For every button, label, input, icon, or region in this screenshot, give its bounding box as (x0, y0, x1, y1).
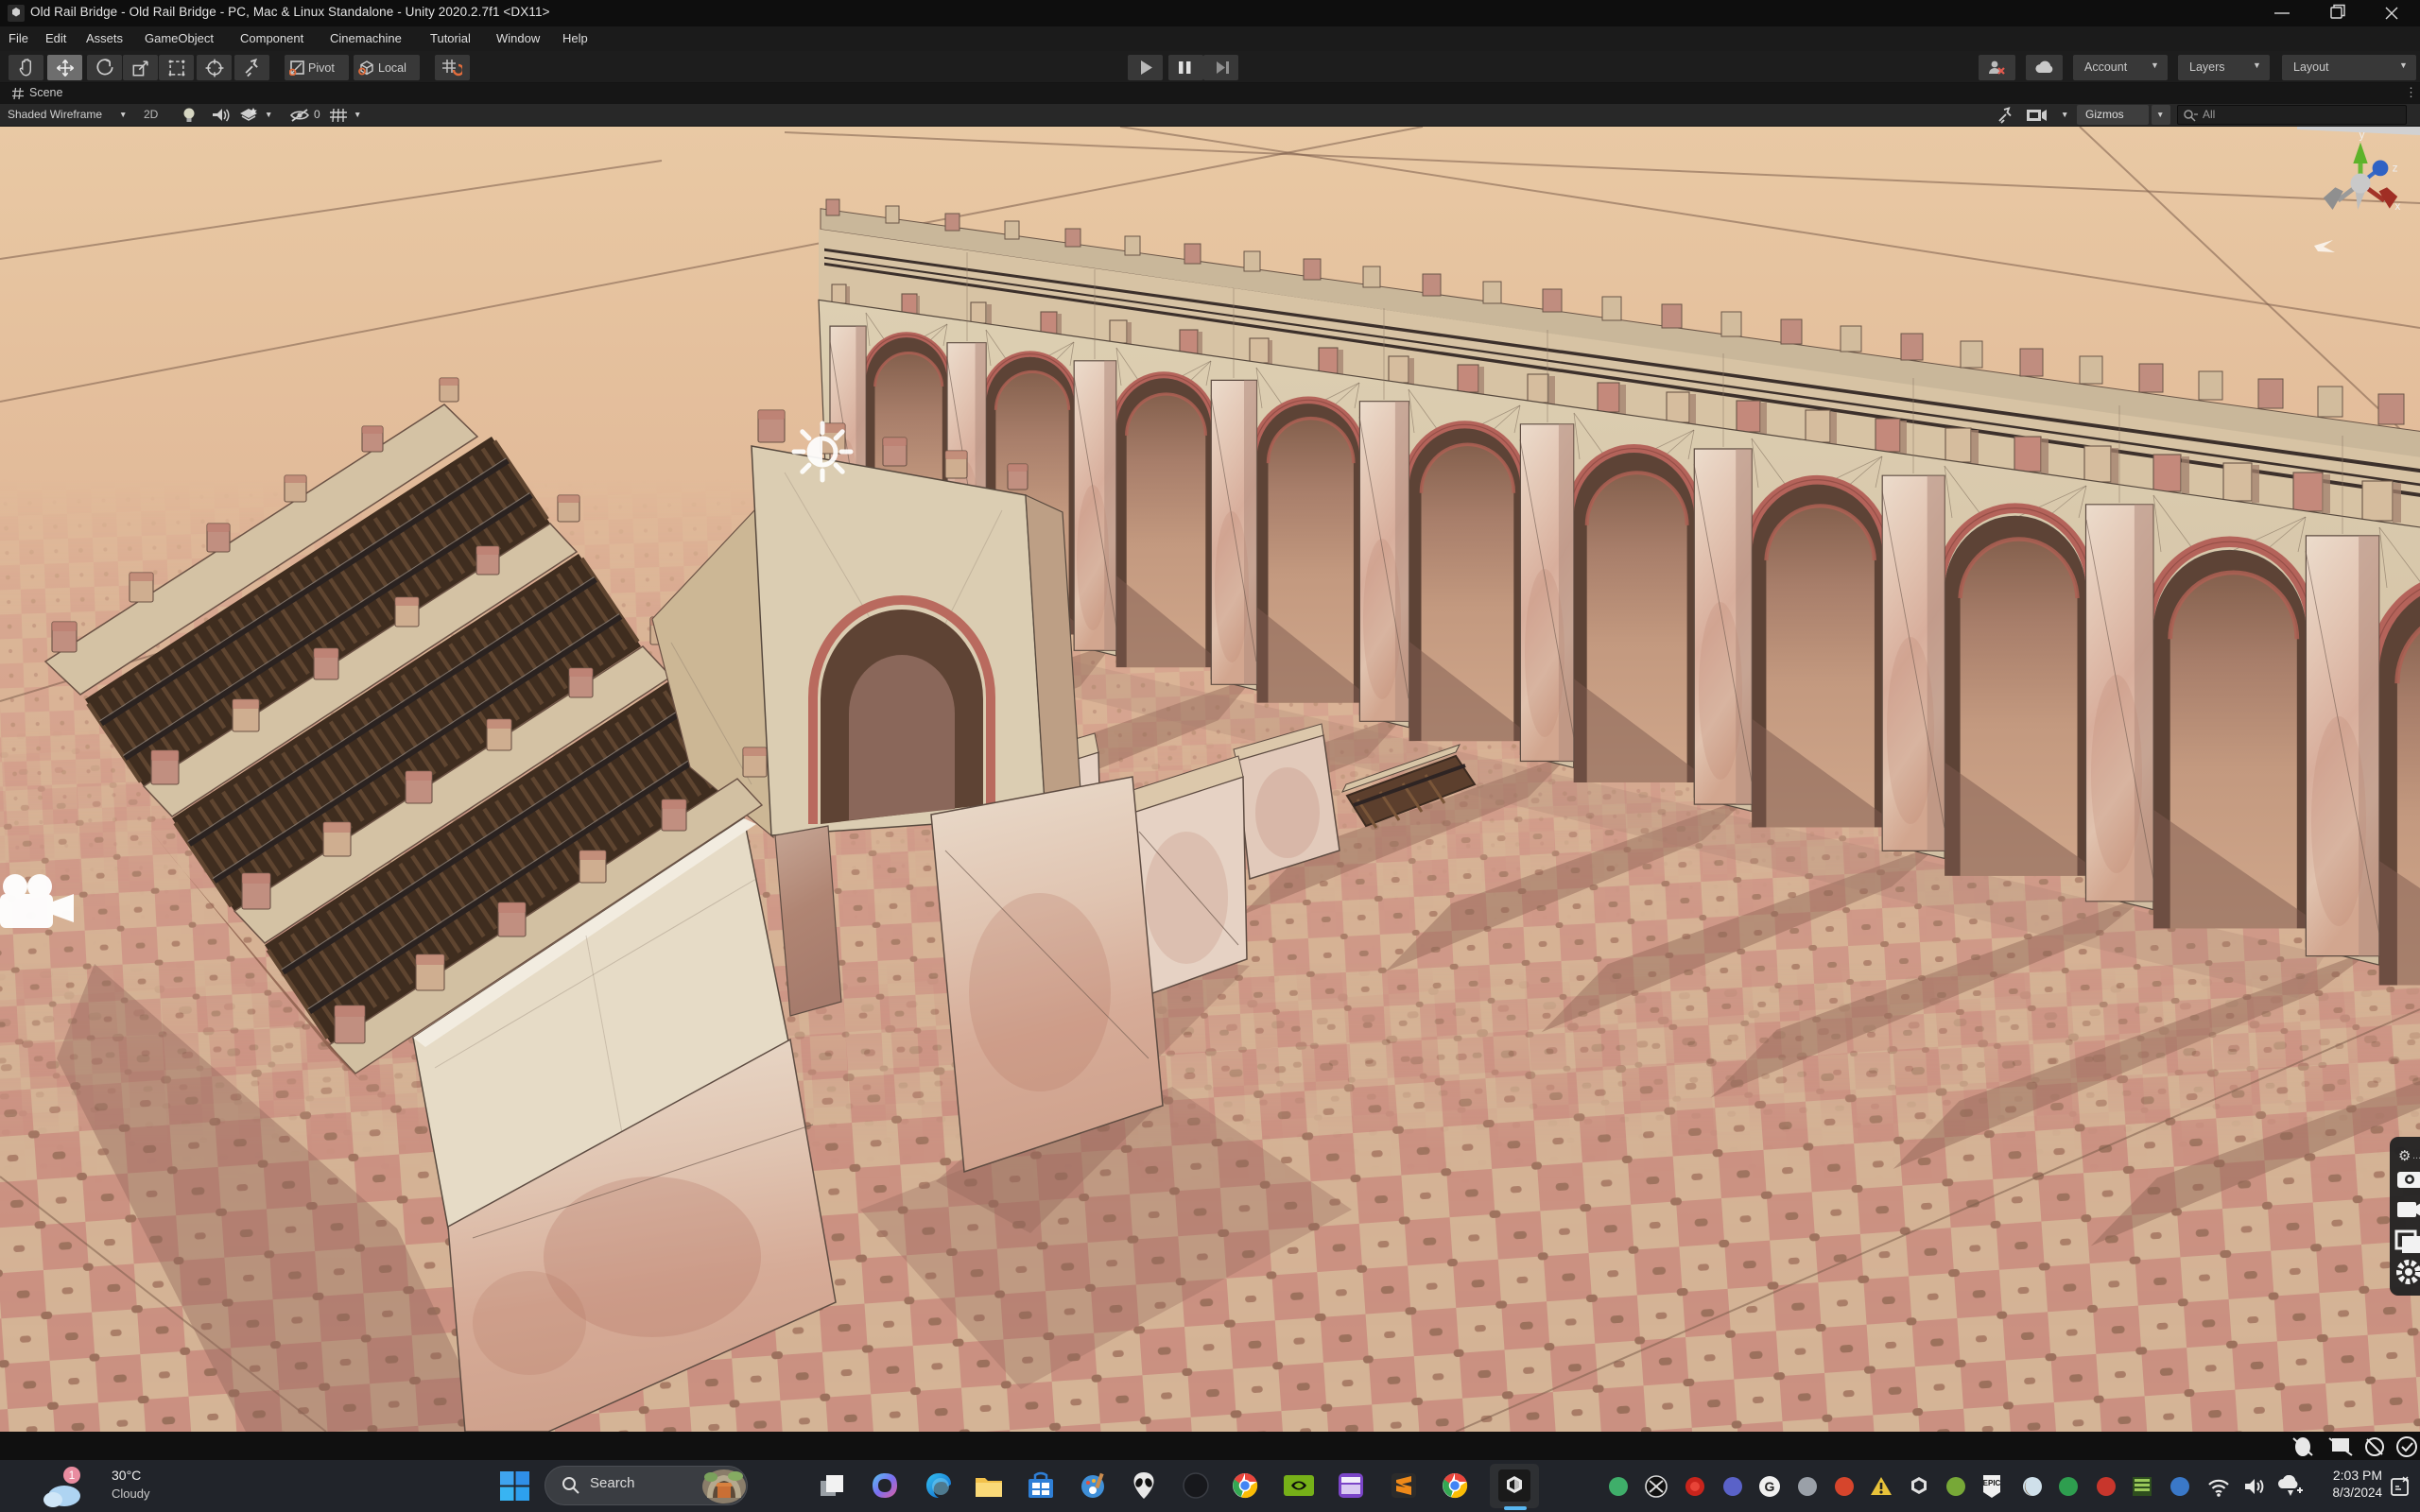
svg-text:x: x (2394, 199, 2400, 213)
svg-text:1: 1 (69, 1469, 76, 1482)
svg-text:...: ... (2412, 1150, 2420, 1161)
svg-text:EPIC: EPIC (1983, 1479, 2001, 1487)
svg-text:z: z (2393, 161, 2398, 174)
svg-text:y: y (2359, 128, 2364, 141)
svg-text:G: G (1765, 1479, 1775, 1494)
svg-text:⚙: ⚙ (2398, 1148, 2411, 1164)
